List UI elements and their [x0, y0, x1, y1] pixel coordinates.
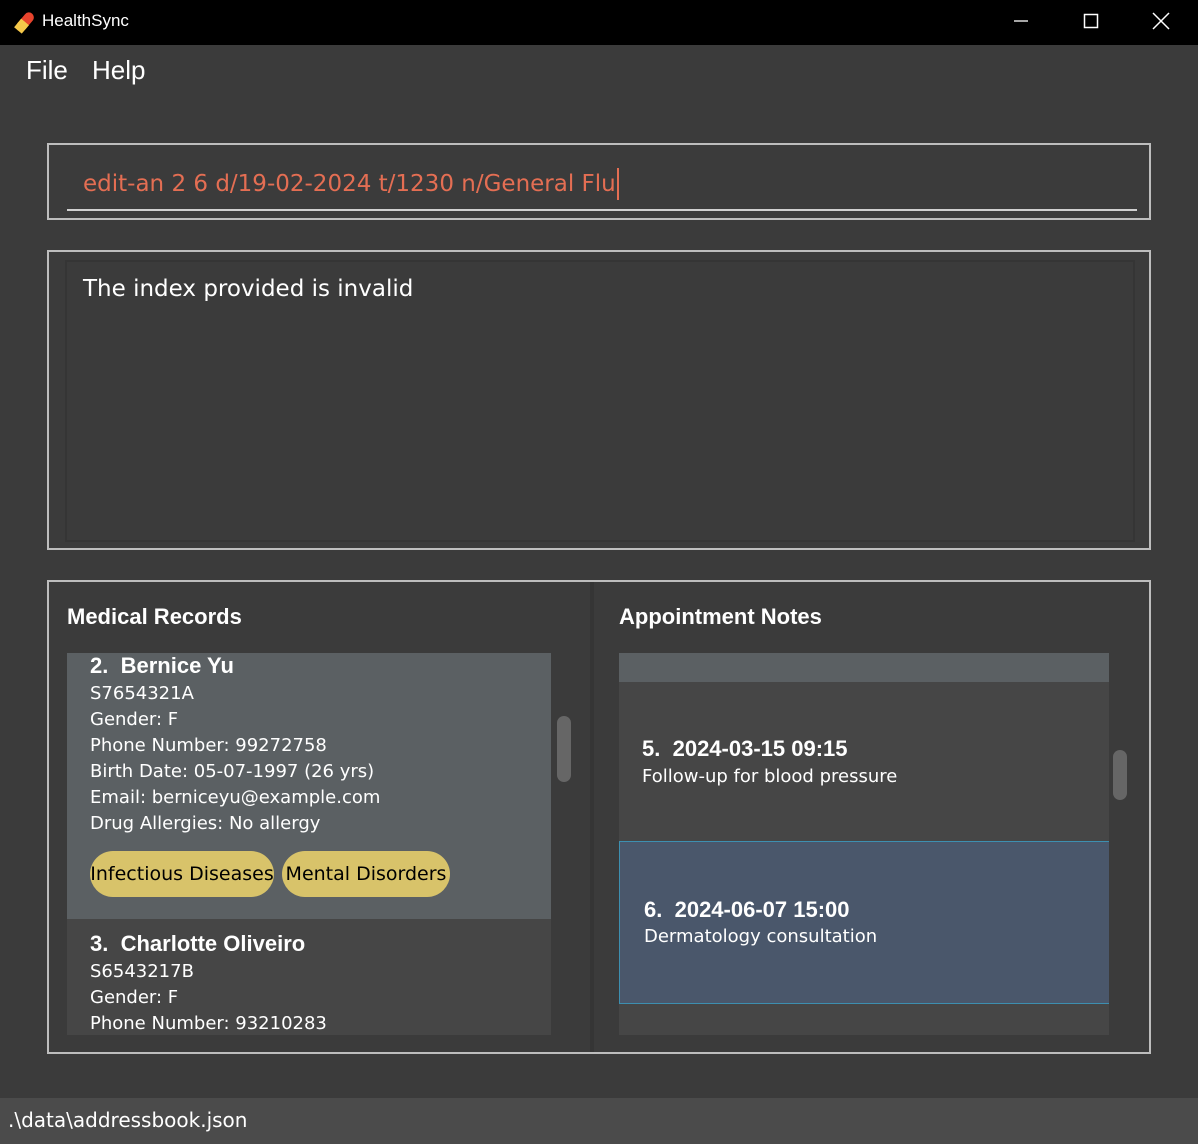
tag-infectious-diseases: Infectious Diseases [90, 851, 274, 897]
record-card-charlotte-oliveiro[interactable]: 3. Charlotte Oliveiro S6543217B Gender: … [67, 919, 551, 1035]
record-phone: Phone Number: 99272758 [90, 735, 327, 756]
status-bar: .\data\addressbook.json [0, 1098, 1198, 1144]
record-birth-date: Birth Date: 05-07-1997 (26 yrs) [90, 761, 375, 782]
record-name: 2. Bernice Yu [90, 653, 234, 678]
result-message: The index provided is invalid [83, 276, 414, 302]
record-nric: S7654321A [90, 683, 194, 704]
record-name: 3. Charlotte Oliveiro [90, 931, 306, 956]
note-description: Follow-up for blood pressure [642, 766, 898, 787]
panel-divider[interactable] [590, 582, 594, 1052]
menu-help[interactable]: Help [92, 55, 145, 86]
text-caret [616, 168, 619, 200]
note-description: Dermatology consultation [644, 926, 878, 947]
record-phone: Phone Number: 93210283 [90, 1013, 327, 1034]
result-text-area[interactable]: The index provided is invalid [65, 260, 1135, 542]
notes-scrollbar-thumb[interactable] [1113, 750, 1127, 800]
data-file-path: .\data\addressbook.json [8, 1108, 248, 1132]
record-gender: Gender: F [90, 987, 179, 1008]
result-display: The index provided is invalid [47, 250, 1151, 550]
record-allergies: Drug Allergies: No allergy [90, 813, 321, 834]
app-title: HealthSync [42, 11, 129, 30]
pill-icon [13, 10, 37, 34]
title-bar: HealthSync [0, 0, 1198, 45]
note-card-6[interactable]: 6. 2024-06-07 15:00 Dermatology consulta… [619, 841, 1109, 1004]
close-button[interactable] [1126, 0, 1196, 45]
notes-panel-title: Appointment Notes [619, 604, 822, 629]
command-input-text: edit-an 2 6 d/19-02-2024 t/1230 n/Genera… [83, 171, 616, 197]
medical-records-list[interactable]: 2. Bernice Yu S7654321A Gender: F Phone … [67, 653, 551, 1035]
command-box: edit-an 2 6 d/19-02-2024 t/1230 n/Genera… [47, 143, 1151, 220]
record-gender: Gender: F [90, 709, 179, 730]
note-card-5[interactable]: 5. 2024-03-15 09:15 Follow-up for blood … [619, 682, 1109, 841]
close-icon [1152, 11, 1170, 34]
tag-mental-disorders: Mental Disorders [282, 851, 450, 897]
command-input[interactable]: edit-an 2 6 d/19-02-2024 t/1230 n/Genera… [67, 159, 1137, 211]
appointment-notes-list[interactable]: 5. 2024-03-15 09:15 Follow-up for blood … [619, 653, 1109, 1035]
note-datetime: 5. 2024-03-15 09:15 [642, 736, 848, 761]
record-nric: S6543217B [90, 961, 194, 982]
maximize-icon [1083, 13, 1099, 33]
note-datetime: 6. 2024-06-07 15:00 [644, 897, 850, 922]
records-panel-title: Medical Records [67, 604, 242, 629]
record-email: Email: berniceyu@example.com [90, 787, 381, 808]
list-panel: Medical Records Appointment Notes 2. Ber… [47, 580, 1151, 1054]
record-card-bernice-yu[interactable]: 2. Bernice Yu S7654321A Gender: F Phone … [67, 653, 551, 919]
maximize-button[interactable] [1056, 0, 1126, 45]
note-card-partial[interactable] [619, 653, 1109, 682]
menu-bar: File Help [0, 45, 1198, 97]
menu-file[interactable]: File [26, 55, 68, 86]
minimize-icon [1013, 13, 1029, 33]
minimize-button[interactable] [986, 0, 1056, 45]
records-scrollbar-thumb[interactable] [557, 716, 571, 782]
